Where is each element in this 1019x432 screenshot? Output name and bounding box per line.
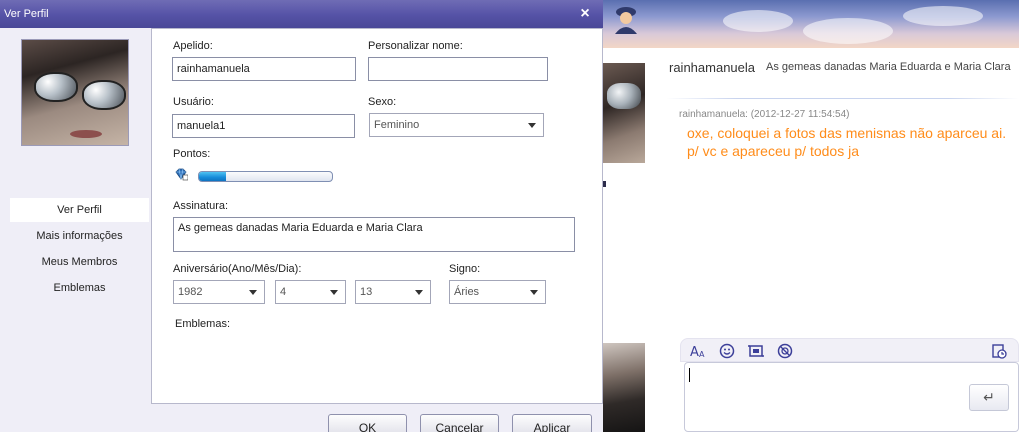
chevron-down-icon <box>415 290 423 295</box>
profile-photo[interactable] <box>21 39 129 146</box>
aniversario-label: Aniversário(Ano/Mês/Dia): <box>173 263 302 275</box>
svg-text:A: A <box>690 345 699 359</box>
apelido-field[interactable]: rainhamanuela <box>172 57 356 81</box>
decoration-dot <box>603 181 606 187</box>
usuario-field[interactable]: manuela1 <box>172 114 355 138</box>
ok-button[interactable]: OK <box>328 414 407 432</box>
message-meta: rainhamanuela: (2012-12-27 11:54:54) <box>679 109 850 120</box>
dialog-title: Ver Perfil <box>4 8 49 20</box>
screen: { "dialog": { "title": "Ver Perfil", "cl… <box>0 0 1019 432</box>
apply-button[interactable]: Aplicar <box>512 414 592 432</box>
points-gem-icon <box>175 168 188 181</box>
contact-status-avatar-icon[interactable] <box>613 4 639 34</box>
pontos-label: Pontos: <box>173 148 211 160</box>
enter-icon: ↵ <box>983 389 995 405</box>
dia-select[interactable]: 13 <box>355 280 431 304</box>
dia-value: 13 <box>360 286 373 298</box>
chevron-down-icon <box>530 290 538 295</box>
my-display-picture[interactable] <box>603 343 645 432</box>
chat-toolbar: AA <box>680 338 1019 362</box>
signo-label: Signo: <box>449 263 481 275</box>
message-text: oxe, coloquei a fotos das menisnas não a… <box>687 125 1007 159</box>
assinatura-label: Assinatura: <box>173 200 229 212</box>
nudge-icon[interactable] <box>777 343 793 359</box>
nav-meus-membros[interactable]: Meus Membros <box>10 250 149 274</box>
personalizar-nome-label: Personalizar nome: <box>368 40 463 52</box>
chat-contact-name: rainhamanuela <box>669 60 756 75</box>
sexo-value: Feminino <box>374 119 420 131</box>
chat-header <box>603 48 1019 100</box>
ano-select[interactable]: 1982 <box>173 280 265 304</box>
assinatura-field[interactable]: As gemeas danadas Maria Eduarda e Maria … <box>173 217 575 252</box>
usuario-label: Usuário: <box>173 96 214 108</box>
nav-ver-perfil[interactable]: Ver Perfil <box>10 198 149 222</box>
signo-value: Áries <box>454 286 480 298</box>
sexo-select[interactable]: Feminino <box>369 113 544 137</box>
pontos-progress-bar <box>198 171 333 182</box>
nav-emblemas[interactable]: Emblemas <box>10 276 149 300</box>
sexo-label: Sexo: <box>368 96 397 108</box>
cancel-button[interactable]: Cancelar <box>420 414 499 432</box>
chat-divider <box>666 98 1019 99</box>
text-caret <box>689 368 690 382</box>
ano-value: 1982 <box>178 286 203 298</box>
dialog-titlebar[interactable]: Ver Perfil × <box>0 0 603 28</box>
contact-display-picture[interactable] <box>603 63 645 163</box>
profile-content-panel <box>151 28 603 404</box>
send-button[interactable]: ↵ <box>969 384 1009 411</box>
font-icon[interactable]: AA <box>690 343 706 360</box>
chevron-down-icon <box>330 290 338 295</box>
history-icon[interactable] <box>991 343 1007 359</box>
emoticon-icon[interactable] <box>719 343 735 359</box>
mes-select[interactable]: 4 <box>275 280 346 304</box>
pontos-progress-fill <box>199 172 226 181</box>
svg-text:A: A <box>699 350 705 359</box>
emblemas-label: Emblemas: <box>175 318 231 330</box>
screenshot-icon[interactable] <box>748 343 764 359</box>
close-icon[interactable]: × <box>576 5 594 23</box>
chevron-down-icon <box>528 123 536 128</box>
chat-contact-signature: As gemeas danadas Maria Eduarda e Maria … <box>766 61 1011 73</box>
chevron-down-icon <box>249 290 257 295</box>
chat-banner <box>603 0 1019 48</box>
signo-select[interactable]: Áries <box>449 280 546 304</box>
personalizar-nome-field[interactable] <box>368 57 548 81</box>
apelido-label: Apelido: <box>173 40 213 52</box>
profile-dialog: Ver Perfil × Ver Perfil Mais informações… <box>0 0 603 432</box>
nav-mais-informacoes[interactable]: Mais informações <box>10 224 149 248</box>
mes-value: 4 <box>280 286 287 298</box>
